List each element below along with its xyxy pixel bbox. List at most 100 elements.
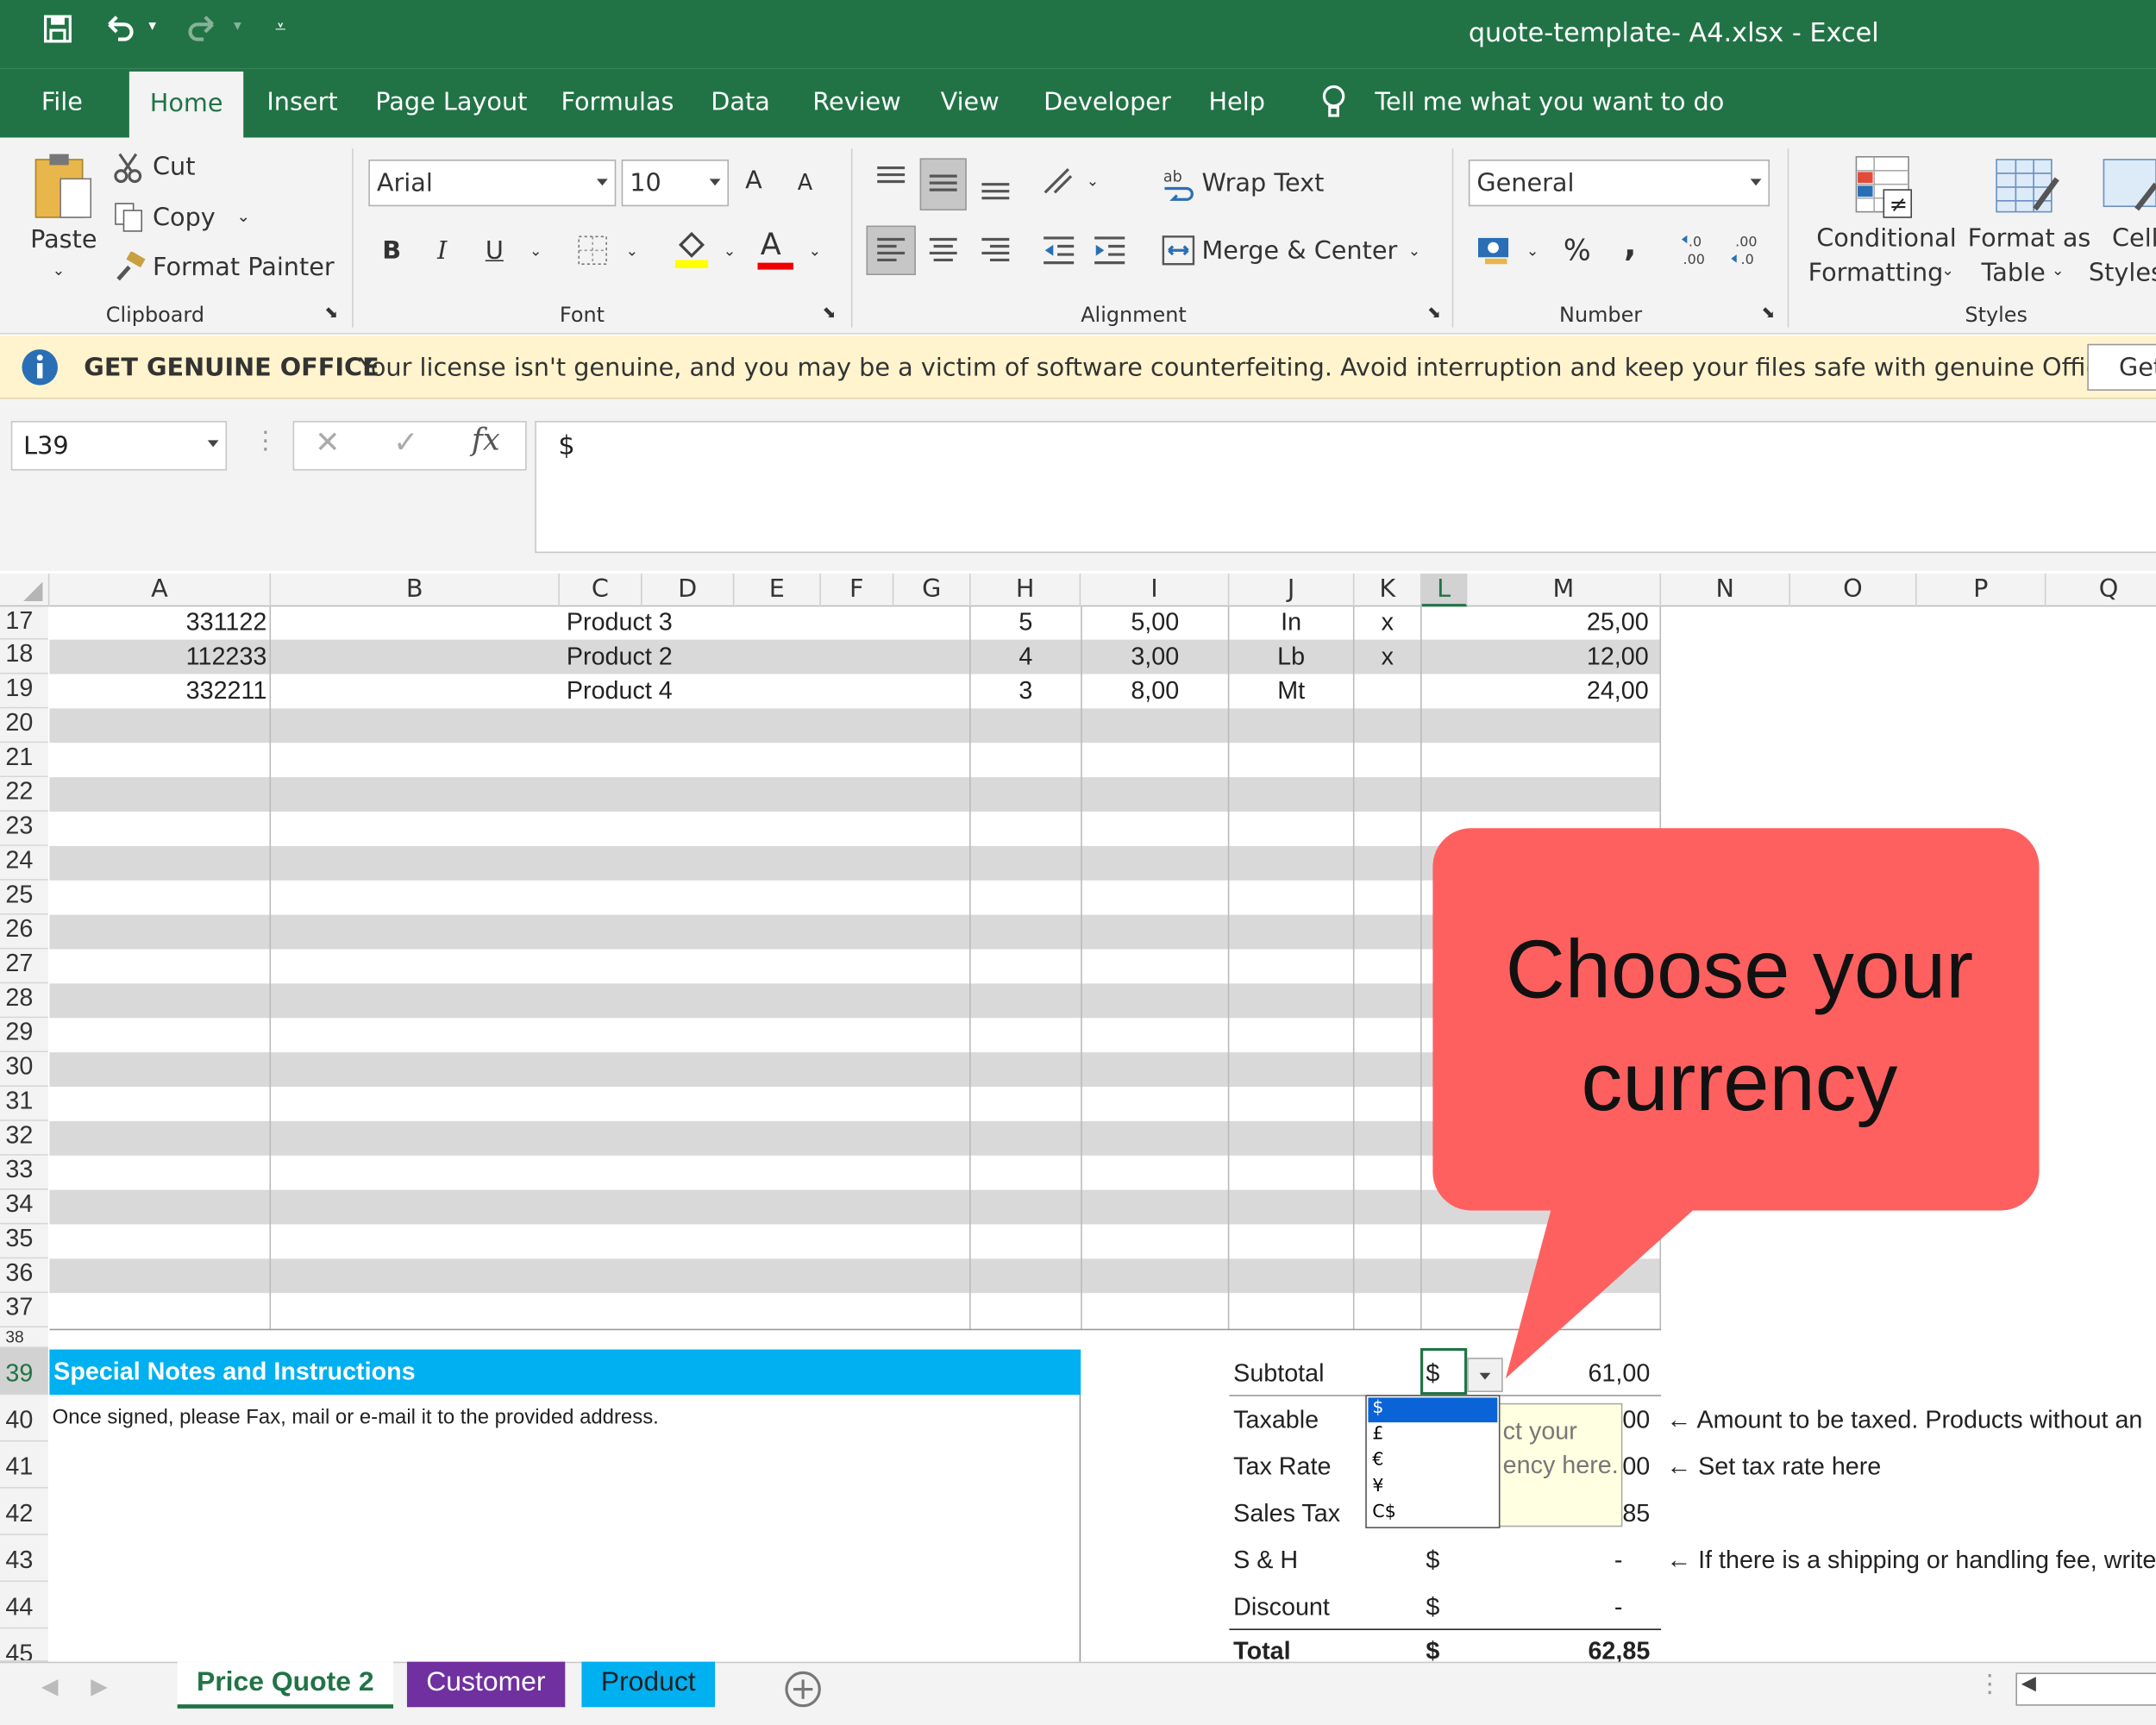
row-header[interactable]: 20 — [0, 708, 48, 743]
conditional-formatting-icon[interactable]: ≠ — [1853, 154, 1916, 226]
percent-button[interactable]: % — [1564, 234, 1591, 267]
wrap-text-icon[interactable]: ab — [1162, 166, 1194, 208]
cell-j17[interactable]: In — [1229, 608, 1352, 637]
cell-i19[interactable]: 8,00 — [1081, 677, 1229, 706]
cell-m17[interactable]: 25,00 — [1422, 608, 1649, 637]
column-header-k[interactable]: K — [1354, 574, 1422, 607]
name-box[interactable]: L39 — [10, 421, 228, 471]
conditional-dropdown-icon[interactable]: ⌄ — [1941, 261, 1954, 279]
cut-button[interactable]: Cut — [153, 153, 196, 181]
format-as-table-label[interactable]: Format as — [1968, 224, 2091, 253]
cell-k18[interactable]: x — [1354, 643, 1420, 671]
scroll-tabs-left-icon[interactable]: ◀ — [41, 1672, 59, 1698]
font-name-select[interactable]: Arial — [368, 160, 617, 207]
currency-option[interactable]: £ — [1368, 1424, 1383, 1445]
column-header-i[interactable]: I — [1081, 574, 1230, 607]
column-header-p[interactable]: P — [1917, 574, 2046, 607]
redo-icon[interactable] — [185, 11, 220, 53]
cell-i17[interactable]: 5,00 — [1081, 608, 1229, 637]
hscroll-grip-icon[interactable]: ⋮ — [1977, 1670, 2002, 1698]
row-header[interactable]: 22 — [0, 777, 48, 812]
row-header[interactable]: 33 — [0, 1155, 48, 1190]
column-header-b[interactable]: B — [271, 574, 560, 607]
cell-a18[interactable]: 112233 — [49, 643, 267, 671]
column-header-m[interactable]: M — [1467, 574, 1662, 607]
row-header[interactable]: 23 — [0, 811, 48, 846]
fill-color-dropdown-icon[interactable]: ⌄ — [724, 242, 736, 260]
row-header[interactable]: 43 — [0, 1534, 48, 1583]
font-size-select[interactable]: 10 — [621, 160, 730, 207]
orientation-icon[interactable] — [1041, 165, 1076, 204]
cell-c18[interactable]: Product 2 — [567, 643, 673, 671]
row-header[interactable]: 29 — [0, 1018, 48, 1053]
format-table-dropdown-icon[interactable]: ⌄ — [2052, 261, 2065, 279]
currency-option[interactable]: C$ — [1368, 1502, 1396, 1523]
select-all-corner[interactable] — [0, 574, 50, 607]
get-genuine-button[interactable]: Get — [2087, 343, 2156, 391]
conditional-formatting-label[interactable]: Conditional — [1816, 224, 1957, 253]
cell-k17[interactable]: x — [1354, 608, 1420, 637]
row-header[interactable]: 24 — [0, 845, 48, 881]
underline-button[interactable]: U — [486, 236, 504, 265]
paste-dropdown-icon[interactable]: ⌄ — [53, 261, 66, 279]
column-header-q[interactable]: Q — [2046, 574, 2156, 606]
row-header-selected[interactable]: 39 — [0, 1348, 48, 1396]
enter-icon[interactable]: ✓ — [393, 426, 418, 461]
paste-button[interactable]: Paste — [30, 226, 97, 254]
format-painter-icon[interactable] — [114, 250, 147, 287]
font-launcher-icon[interactable]: ⬊ — [822, 303, 836, 322]
underline-dropdown-icon[interactable]: ⌄ — [530, 242, 542, 260]
formula-bar-grip-icon[interactable]: ⋮ — [253, 426, 278, 455]
font-color-dropdown-icon[interactable]: ⌄ — [809, 242, 822, 260]
comma-button[interactable]: , — [1624, 226, 1637, 265]
formula-input[interactable]: $ — [535, 421, 2156, 554]
undo-icon[interactable] — [102, 11, 137, 53]
row-header[interactable]: 37 — [0, 1293, 48, 1328]
customize-toolbar-icon[interactable]: ⩡ — [275, 16, 286, 58]
column-header-l[interactable]: L — [1421, 574, 1468, 607]
row-header[interactable]: 44 — [0, 1582, 48, 1629]
column-header-f[interactable]: F — [821, 574, 894, 607]
cell-i18[interactable]: 3,00 — [1081, 643, 1229, 671]
cell-m18[interactable]: 12,00 — [1422, 643, 1649, 671]
format-as-table-label-2[interactable]: Table — [1982, 259, 2046, 287]
currency-option[interactable]: € — [1368, 1450, 1383, 1471]
cell-j19[interactable]: Mt — [1229, 677, 1352, 706]
cell-a19[interactable]: 332211 — [49, 677, 267, 706]
row-header[interactable]: 30 — [0, 1052, 48, 1087]
conditional-formatting-label-2[interactable]: Formatting — [1808, 259, 1944, 287]
row-header[interactable]: 27 — [0, 949, 48, 984]
notes-text[interactable]: Once signed, please Fax, mail or e-mail … — [53, 1406, 659, 1429]
column-header-j[interactable]: J — [1229, 574, 1355, 607]
number-format-select[interactable]: General — [1468, 160, 1770, 207]
cell-c19[interactable]: Product 4 — [567, 677, 673, 706]
shrink-font-button[interactable]: A — [798, 169, 812, 195]
horizontal-scrollbar[interactable] — [2015, 1672, 2156, 1706]
paste-icon[interactable] — [33, 151, 93, 228]
font-color-button[interactable]: A — [761, 229, 781, 263]
row-header[interactable]: 35 — [0, 1224, 48, 1259]
tab-file[interactable]: File — [41, 88, 83, 116]
italic-button[interactable]: I — [437, 236, 447, 265]
column-header-o[interactable]: O — [1790, 574, 1917, 607]
orientation-dropdown-icon[interactable]: ⌄ — [1087, 172, 1100, 190]
borders-dropdown-icon[interactable]: ⌄ — [625, 242, 638, 260]
column-header-a[interactable]: A — [49, 574, 272, 607]
increase-indent-icon[interactable] — [1092, 234, 1127, 273]
increase-decimal-icon[interactable]: .0.00 — [1680, 231, 1713, 275]
scroll-left-icon[interactable]: ◀ — [2021, 1672, 2036, 1695]
tab-view[interactable]: View — [941, 88, 1000, 116]
row-header[interactable]: 18 — [0, 639, 48, 674]
column-header-h[interactable]: H — [971, 574, 1081, 607]
column-header-d[interactable]: D — [642, 574, 735, 607]
row-header[interactable]: 41 — [0, 1441, 48, 1489]
copy-icon[interactable] — [113, 201, 146, 240]
row-header[interactable]: 21 — [0, 743, 48, 778]
row-header[interactable]: 25 — [0, 880, 48, 915]
cell-styles-label-2[interactable]: Styles — [2089, 259, 2156, 287]
sheet-tab-customer[interactable]: Customer — [406, 1661, 565, 1708]
tab-insert[interactable]: Insert — [266, 88, 337, 116]
cell-a17[interactable]: 331122 — [49, 608, 267, 637]
cell-h17[interactable]: 5 — [971, 608, 1081, 637]
cell-j18[interactable]: Lb — [1229, 643, 1352, 671]
